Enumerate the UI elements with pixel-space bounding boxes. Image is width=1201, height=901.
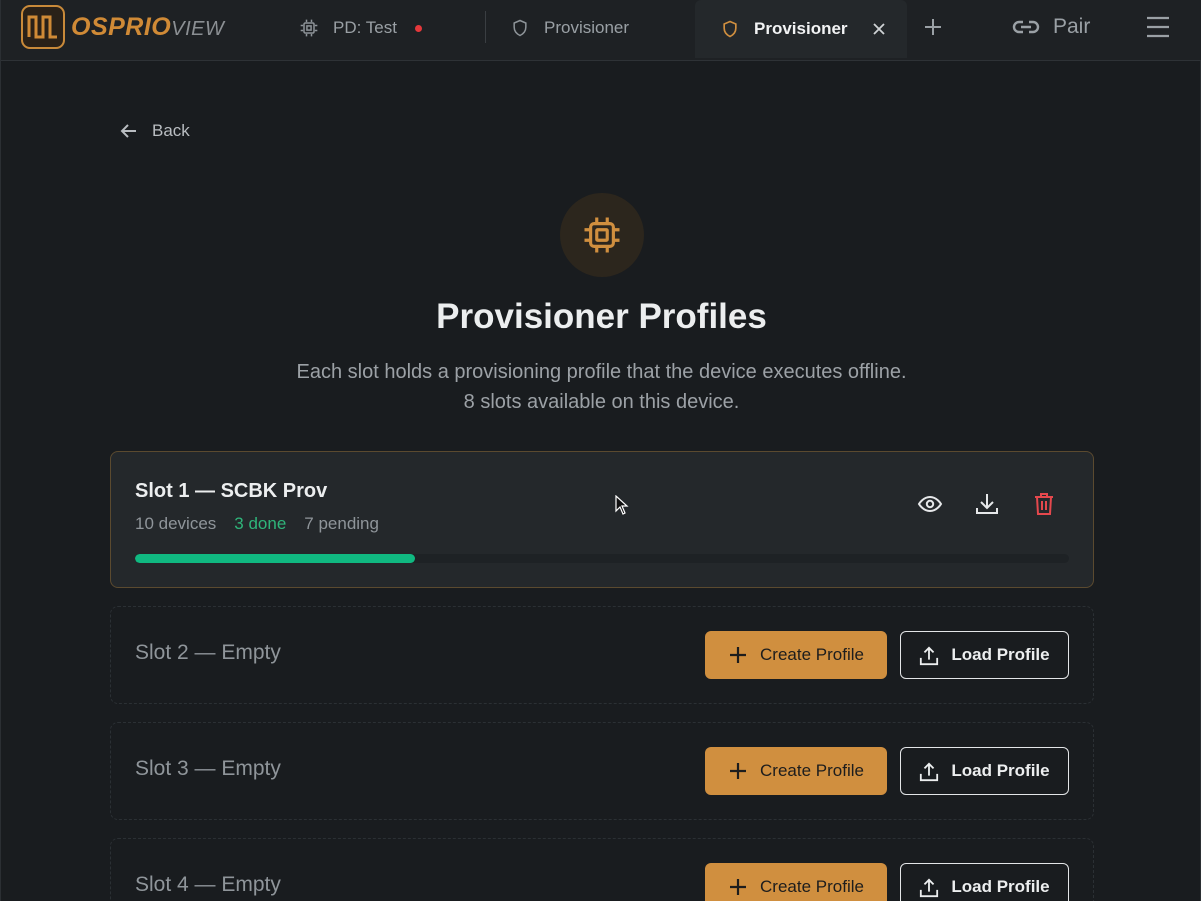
load-profile-button[interactable]: Load Profile bbox=[900, 631, 1069, 679]
pending-count: 7 pending bbox=[304, 514, 379, 533]
app-logo[interactable]: OSPRIOVIEW bbox=[21, 5, 224, 49]
slot-actions bbox=[917, 491, 1088, 517]
pair-button[interactable]: Pair bbox=[1011, 12, 1090, 42]
progress-bar bbox=[135, 554, 1069, 563]
tab-provisioner[interactable]: Provisioner bbox=[510, 0, 629, 56]
shield-icon bbox=[510, 18, 530, 38]
load-profile-button[interactable]: Load Profile bbox=[900, 747, 1069, 795]
create-profile-button[interactable]: Create Profile bbox=[705, 747, 887, 795]
done-count: 3 done bbox=[234, 514, 287, 533]
slot-stats: 10 devices 3 done 7 pending bbox=[135, 514, 397, 534]
trash-icon[interactable] bbox=[1031, 491, 1057, 517]
status-dot bbox=[414, 24, 422, 32]
pair-label: Pair bbox=[1053, 15, 1091, 38]
slot-card-3: Slot 3 — Empty Create Profile Load Profi… bbox=[110, 722, 1094, 820]
slot-name: Slot 2 — Empty bbox=[135, 641, 281, 664]
logo-mark-icon bbox=[21, 5, 65, 49]
mouse-cursor-icon bbox=[615, 495, 629, 515]
page-subtitle: Each slot holds a provisioning profile t… bbox=[296, 361, 907, 413]
tab-divider bbox=[485, 11, 486, 43]
tab-pd-test[interactable]: PD: Test bbox=[299, 0, 422, 56]
upload-icon bbox=[919, 645, 939, 666]
back-button[interactable]: Back bbox=[119, 121, 190, 141]
plus-icon bbox=[728, 761, 748, 781]
page-title: Provisioner Profiles bbox=[436, 297, 767, 336]
slot-name: Slot 1 — SCBK Prov bbox=[135, 480, 328, 502]
slot-name: Slot 4 — Empty bbox=[135, 873, 281, 896]
progress-fill bbox=[135, 554, 416, 563]
close-icon[interactable] bbox=[871, 21, 887, 37]
new-tab-plus-icon[interactable] bbox=[921, 15, 945, 39]
create-profile-button[interactable]: Create Profile bbox=[705, 631, 887, 679]
device-count: 10 devices bbox=[135, 514, 217, 533]
logo-wordmark: OSPRIOVIEW bbox=[71, 12, 225, 41]
top-bar: OSPRIOVIEW PD: Test Provisioner Provisio… bbox=[1, 0, 1201, 61]
link-icon bbox=[1011, 12, 1041, 42]
slot-name: Slot 3 — Empty bbox=[135, 757, 281, 780]
upload-icon bbox=[919, 877, 939, 898]
load-profile-button[interactable]: Load Profile bbox=[900, 863, 1069, 901]
plus-icon bbox=[728, 877, 748, 897]
tab-label: PD: Test bbox=[333, 18, 397, 37]
plus-icon bbox=[728, 645, 748, 665]
eye-icon[interactable] bbox=[917, 491, 943, 517]
create-profile-button[interactable]: Create Profile bbox=[705, 863, 887, 901]
download-icon[interactable] bbox=[974, 491, 1000, 517]
chip-icon bbox=[560, 193, 644, 277]
chip-icon bbox=[299, 18, 319, 38]
tab-label: Provisioner bbox=[754, 19, 848, 38]
tab-provisioner-active[interactable]: Provisioner bbox=[695, 0, 907, 58]
slot-card-1[interactable]: Slot 1 — SCBK Prov 10 devices 3 done 7 p… bbox=[110, 451, 1094, 588]
slot-card-4: Slot 4 — Empty Create Profile Load Profi… bbox=[110, 838, 1094, 901]
upload-icon bbox=[919, 761, 939, 782]
shield-icon bbox=[720, 19, 740, 39]
slot-card-2: Slot 2 — Empty Create Profile Load Profi… bbox=[110, 606, 1094, 704]
app-window: OSPRIOVIEW PD: Test Provisioner Provisio… bbox=[0, 0, 1201, 901]
tab-label: Provisioner bbox=[544, 18, 630, 37]
back-label: Back bbox=[152, 121, 190, 140]
arrow-left-icon bbox=[119, 121, 139, 141]
hamburger-menu-icon[interactable] bbox=[1145, 14, 1171, 40]
